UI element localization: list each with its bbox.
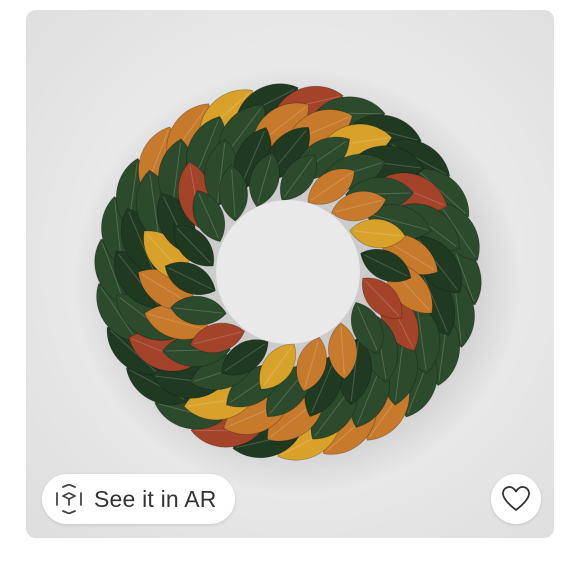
product-image-card: See it in AR: [26, 10, 554, 538]
heart-outline-icon: [502, 486, 530, 511]
product-image-wreath: [74, 66, 522, 494]
ar-cube-icon: [56, 484, 82, 514]
see-in-ar-button[interactable]: See it in AR: [42, 474, 235, 524]
see-in-ar-label: See it in AR: [94, 485, 217, 512]
favorite-button[interactable]: [491, 474, 541, 524]
